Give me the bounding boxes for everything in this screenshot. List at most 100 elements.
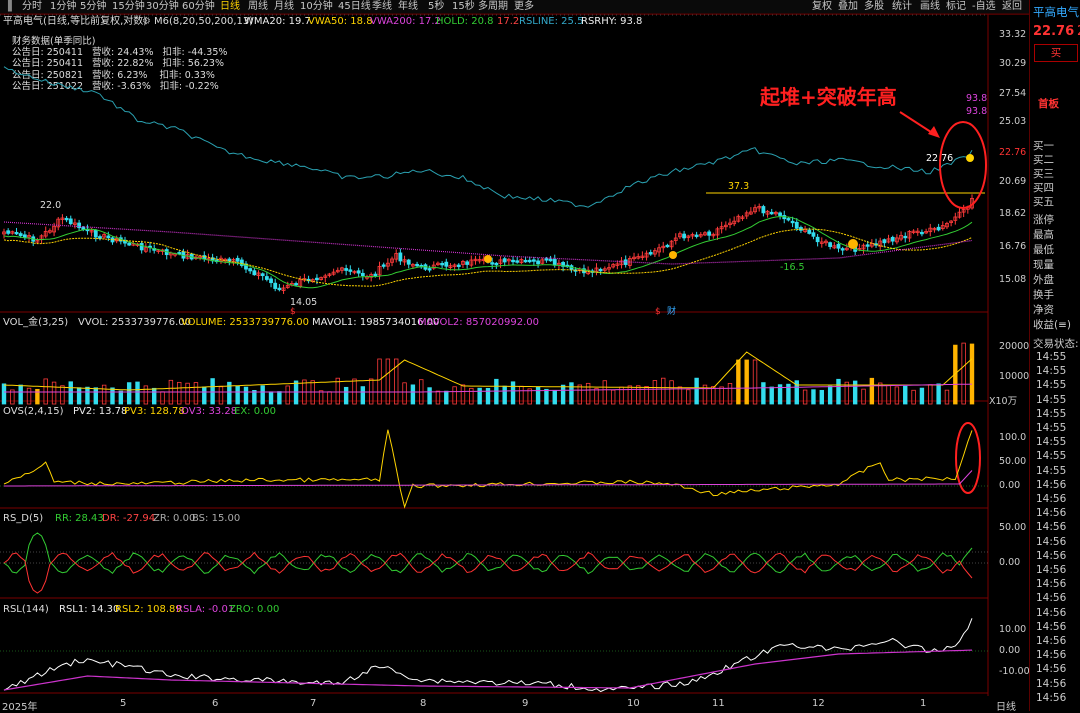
candle-down: [277, 287, 282, 291]
tick-time: 14:56: [1036, 620, 1067, 633]
volume-bar: [869, 377, 875, 405]
candle-down: [227, 258, 232, 262]
highlight-circle-ovs: [955, 422, 981, 494]
tick-time: 14:55: [1036, 450, 1067, 463]
month-label: 5: [120, 698, 127, 709]
volume-bar: [919, 387, 925, 405]
ex-value: EX: 0.00: [234, 406, 276, 417]
candle-down: [98, 236, 102, 239]
volume-bar: [494, 378, 499, 405]
candle-down: [93, 229, 98, 238]
candle-down: [235, 257, 240, 262]
tick-time: 14:55: [1036, 379, 1067, 392]
candle-down: [761, 206, 766, 214]
tick-time: 14:55: [1036, 422, 1067, 434]
candle-down: [707, 231, 712, 236]
candle-down: [769, 211, 774, 215]
month-label: 12: [812, 698, 825, 709]
candle-down: [815, 236, 820, 243]
volume-bar: [360, 386, 366, 405]
volume-bar: [135, 381, 140, 405]
mavol-yellow: [3, 351, 973, 391]
candle-down: [548, 258, 553, 262]
volume-bar: [243, 386, 249, 405]
candle-down: [511, 259, 515, 263]
rsla-value: RSLA: -0.01: [176, 604, 235, 615]
signal-icon-2: [484, 255, 492, 263]
volume-bar: [661, 377, 666, 405]
candle-down: [920, 231, 924, 235]
volume-bar: [827, 385, 833, 405]
volume-bar: [110, 387, 115, 405]
volume-bar: [652, 380, 658, 405]
volume-bar: [477, 387, 482, 405]
volume-bar: [535, 386, 541, 405]
volume-bar: [569, 382, 574, 405]
volume-bar: [235, 385, 240, 405]
candle-down: [515, 260, 520, 263]
volume-bar: [469, 387, 474, 405]
candle-down: [790, 220, 795, 224]
rsd-axis-0: 0.00: [999, 557, 1021, 568]
candle-down: [936, 226, 941, 231]
candle-down: [373, 273, 378, 277]
rsl2-value: RSL2: 108.89: [115, 604, 182, 615]
volume-bar: [260, 385, 265, 405]
candle-down: [127, 242, 132, 246]
tick-time: 14:55: [1036, 464, 1067, 477]
quote-sidebar: 平高电气 22.76 2 买 首板 买一买二买三买四买五 涨停最高最低现量外盘 …: [1029, 0, 1080, 711]
tick-time: 14:56: [1036, 663, 1067, 676]
volume-value: VOLUME: 2533739776.00: [181, 317, 309, 328]
candle-down: [456, 264, 461, 267]
ovs-axis-0: 0.00: [999, 480, 1021, 491]
volume-bar: [343, 386, 349, 405]
stock-name: 平高电气: [1033, 5, 1079, 19]
tick-time: 14:56: [1036, 564, 1067, 576]
candle-down: [807, 229, 812, 234]
rs-label-2: 93.8: [966, 106, 987, 117]
tick-time: 14:55: [1036, 407, 1067, 420]
stock-chart-app: ▐ 分时 1分钟 5分钟 15分钟 30分钟 60分钟 日线 周线 月线 10分钟 45日线 季线 年线…: [0, 0, 1080, 713]
candle-down: [648, 252, 653, 255]
candle-down: [828, 242, 833, 247]
last-price: 22.76: [1033, 24, 1075, 39]
month-label: 1: [920, 698, 927, 709]
rsl-axis-10: 10.00: [999, 624, 1027, 635]
candle-down: [356, 270, 361, 274]
volume-bar: [202, 386, 207, 405]
volume-bar: [811, 389, 816, 405]
ovs-label: OVS(2,4,15): [3, 406, 64, 417]
candle-down: [415, 263, 419, 267]
candle-down: [665, 244, 670, 248]
volume-bar: [802, 389, 808, 405]
tick-time: 14:56: [1036, 478, 1067, 491]
quote-field2-2: 收益(≡): [1033, 319, 1071, 331]
rs-label-1: 93.8: [966, 93, 987, 104]
rsl-magenta: [3, 649, 973, 691]
candle-down: [536, 260, 540, 265]
low-label-2: -16.5: [780, 262, 805, 273]
month-label: 9: [522, 698, 529, 709]
vol-unit: X10万: [989, 396, 1018, 407]
candle-down: [794, 221, 799, 229]
order-book-2: 买三: [1033, 168, 1054, 180]
annotation-arrowhead: [928, 126, 940, 138]
volume-bar: [510, 381, 516, 405]
volume-bar: [544, 388, 549, 405]
signal-icon-1: [848, 239, 858, 249]
candle-down: [694, 234, 699, 237]
candle-down: [523, 259, 528, 263]
tick-time: 14:56: [1036, 649, 1067, 662]
candle-down: [360, 272, 365, 277]
candle-down: [552, 259, 557, 266]
volume-bar: [594, 388, 599, 405]
tick-time: 14:55: [1036, 436, 1067, 449]
candle-down: [344, 268, 349, 271]
order-book-0: 买一: [1033, 140, 1054, 152]
candle-down: [252, 270, 257, 276]
buy-button[interactable]: 买: [1034, 44, 1078, 62]
tick-time: 14:56: [1036, 493, 1067, 505]
rr-line: [3, 532, 973, 575]
dr-line: [3, 551, 973, 594]
vol-axis-20000: 20000: [999, 341, 1030, 352]
